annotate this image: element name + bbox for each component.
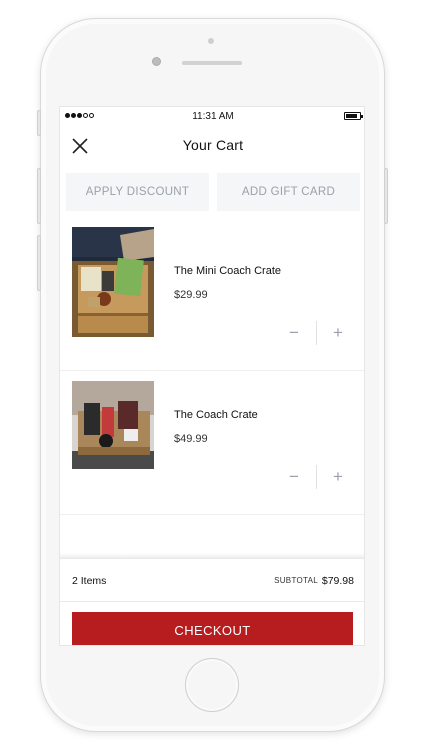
cart-summary: 2 Items SUBTOTAL $79.98 [60,558,364,602]
stepper-divider [316,465,317,489]
power-button [384,168,388,224]
cart-actions: APPLY DISCOUNT ADD GIFT CARD [66,173,360,211]
quantity-stepper: − + [276,321,356,345]
product-name[interactable]: The Coach Crate [174,409,258,421]
decrease-quantity-button[interactable]: − [276,321,312,345]
volume-down-button [37,235,41,291]
add-gift-card-button[interactable]: ADD GIFT CARD [217,173,360,211]
apply-discount-button[interactable]: APPLY DISCOUNT [66,173,209,211]
increase-quantity-button[interactable]: + [320,321,356,345]
product-price: $49.99 [174,433,208,445]
battery-icon [344,112,363,120]
side-button [37,110,41,136]
status-bar: 11:31 AM [60,107,364,127]
subtotal-label: SUBTOTAL [274,576,318,585]
nav-bar: Your Cart [60,127,364,165]
home-button[interactable] [185,658,239,712]
page-title: Your Cart [182,137,244,153]
camera-icon [208,38,214,44]
subtotal-value: $79.98 [321,575,354,587]
cart-item: The Mini Coach Crate $29.99 − + [60,227,364,371]
stepper-divider [316,321,317,345]
cart-item: The Coach Crate $49.99 − + [60,371,364,515]
quantity-stepper: − + [276,465,356,489]
product-photo[interactable] [72,381,154,469]
decrease-quantity-button[interactable]: − [276,465,312,489]
product-name[interactable]: The Mini Coach Crate [174,265,281,277]
status-time: 11:31 AM [192,111,234,122]
product-price: $29.99 [174,289,208,301]
volume-up-button [37,168,41,224]
increase-quantity-button[interactable]: + [320,465,356,489]
checkout-button[interactable]: CHECKOUT [72,612,353,645]
product-photo[interactable] [72,227,154,337]
items-count: 2 Items [72,575,107,587]
front-camera-icon [152,57,161,66]
speaker-grille [182,61,242,65]
app-screen: 11:31 AM Your Cart APPLY DISCOUNT ADD GI… [59,106,365,646]
